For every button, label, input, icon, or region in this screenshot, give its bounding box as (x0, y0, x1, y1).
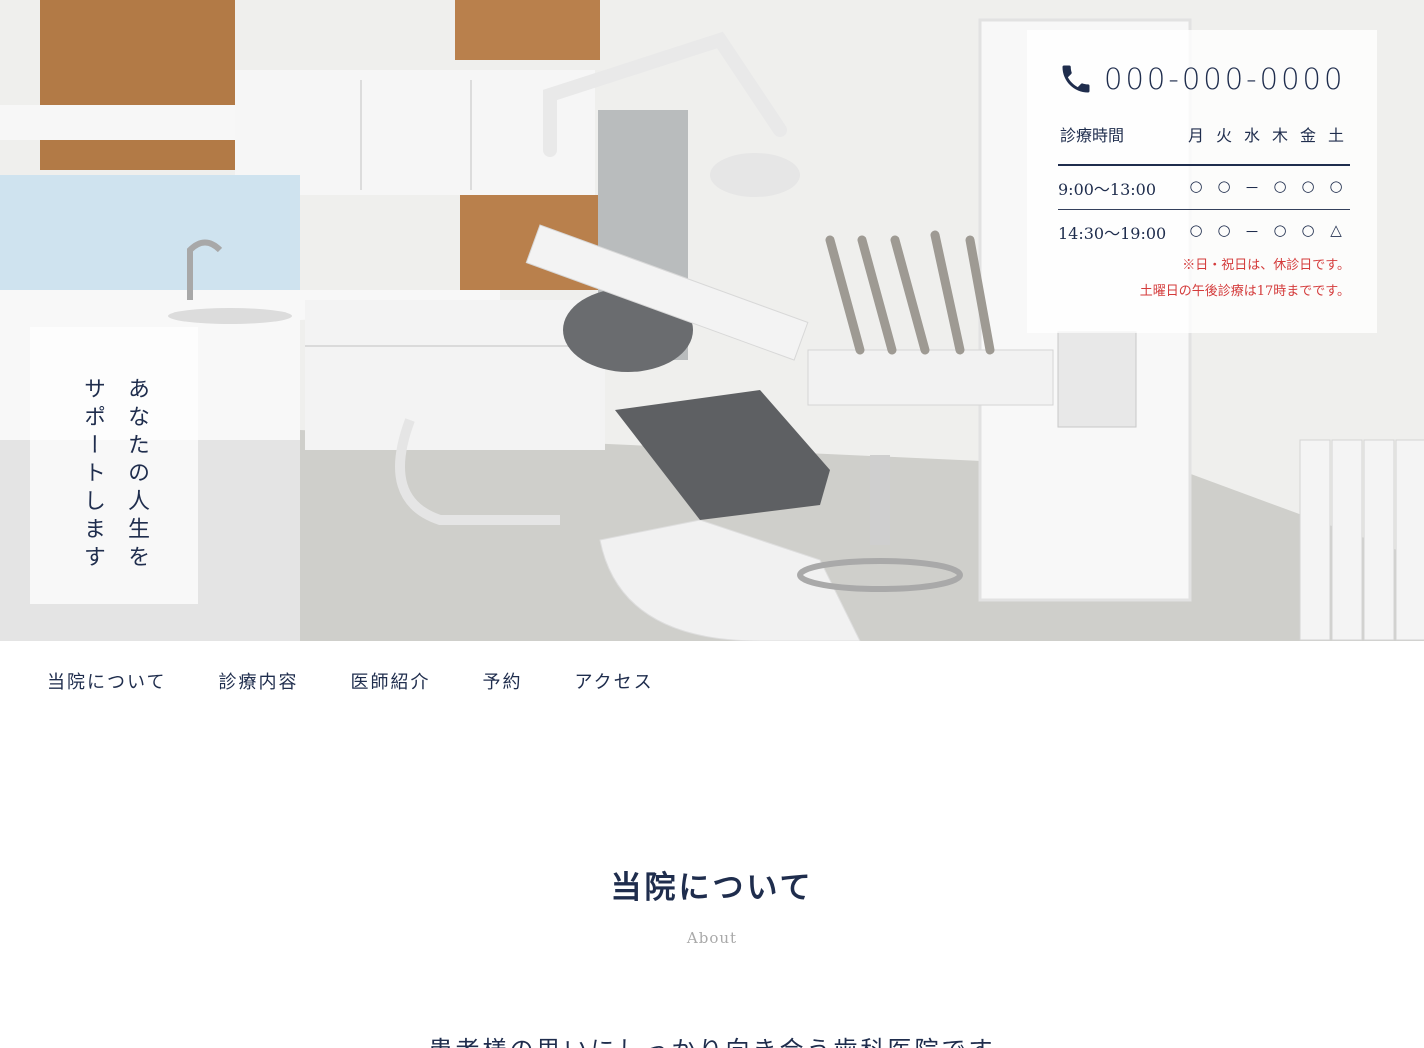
hours-mark: ○ (1217, 221, 1231, 239)
nav-item-access[interactable]: アクセス (574, 668, 653, 694)
hours-mark: ○ (1273, 177, 1287, 195)
hours-notes: ※日・祝日は、休診日です。 土曜日の午後診療は17時までです。 (1058, 253, 1350, 305)
hours-mark: ○ (1273, 221, 1287, 239)
about-lead-text: 患者様の思いにしっかり向き合う歯科医院です (0, 1030, 1424, 1048)
hours-mark: △ (1330, 221, 1342, 239)
hours-row-morning: 9:00〜13:00 ○ ○ － ○ ○ ○ (1058, 166, 1350, 209)
weekday-label: 火 (1215, 126, 1232, 145)
phone-number[interactable]: 000-000-0000 (1104, 62, 1345, 96)
saturday-note: 土曜日の午後診療は17時までです。 (1139, 284, 1350, 299)
hours-time: 9:00〜13:00 (1058, 179, 1157, 199)
weekday-label: 土 (1327, 126, 1344, 145)
section-subtitle: About (686, 929, 738, 947)
hours-header: 診療時間 月 火 水 木 金 土 (1058, 116, 1350, 152)
weekday-header: 月 火 水 木 金 土 (1182, 122, 1350, 146)
hours-mark: ○ (1301, 221, 1315, 239)
hero-image: あなたの人生を サポートします 000-000-0000 診療時間 月 火 水 … (0, 0, 1424, 641)
hours-mark: － (1244, 179, 1260, 197)
catch-copy: あなたの人生を サポートします (80, 377, 149, 573)
hours-mark: ○ (1189, 177, 1203, 195)
section-title: 当院について (610, 870, 814, 906)
hours-time: 14:30〜19:00 (1058, 223, 1167, 243)
nav-item-services[interactable]: 診療内容 (218, 668, 298, 694)
weekday-label: 月 (1187, 126, 1204, 145)
phone-icon (1062, 65, 1090, 93)
hours-label: 診療時間 (1060, 126, 1125, 145)
hours-mark: ○ (1301, 177, 1315, 195)
nav-item-about[interactable]: 当院について (47, 668, 166, 694)
hours-mark: ○ (1217, 177, 1231, 195)
main-nav: 当院について 診療内容 医師紹介 予約 アクセス (47, 663, 706, 699)
weekday-label: 金 (1299, 126, 1316, 145)
hours-mark: － (1244, 223, 1260, 241)
clinic-info-box: 000-000-0000 診療時間 月 火 水 木 金 土 9:00〜13:00… (1027, 30, 1377, 333)
hours-mark: ○ (1329, 177, 1343, 195)
phone-row[interactable]: 000-000-0000 (1058, 56, 1350, 102)
weekday-label: 水 (1243, 126, 1260, 145)
hours-row-afternoon: 14:30〜19:00 ○ ○ － ○ ○ △ (1058, 210, 1350, 253)
hours-mark: ○ (1189, 221, 1203, 239)
nav-item-doctors[interactable]: 医師紹介 (350, 668, 430, 694)
weekday-label: 木 (1271, 126, 1288, 145)
nav-item-reservation[interactable]: 予約 (482, 668, 522, 694)
holiday-note: ※日・祝日は、休診日です。 (1182, 258, 1350, 273)
catch-copy-box: あなたの人生を サポートします (30, 327, 198, 604)
